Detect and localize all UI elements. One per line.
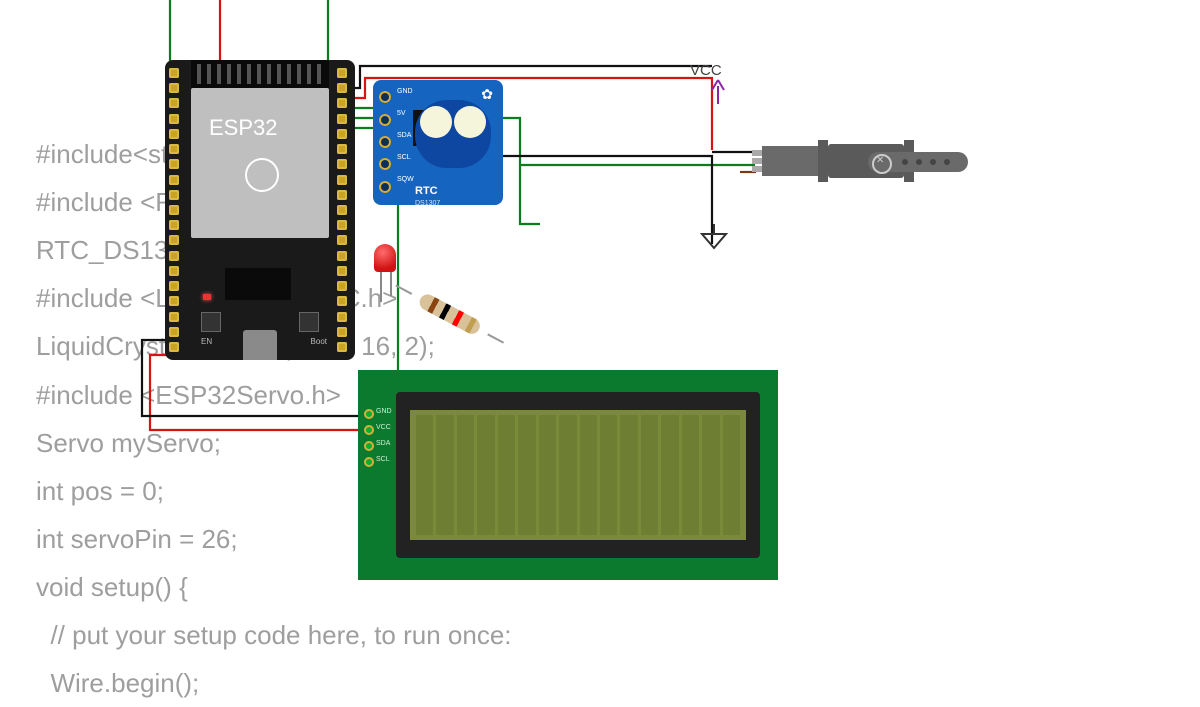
rtc-pin-label: 5V (397, 110, 406, 117)
code-line: void setup() { (36, 572, 188, 602)
code-line: int servoPin = 26; (36, 524, 238, 554)
esp32-antenna (191, 60, 329, 88)
esp32-label: ESP32 (209, 115, 278, 141)
vcc-arrow-icon (708, 78, 728, 106)
esp32-en-button (201, 312, 221, 332)
lcd-pin-label: GND (376, 408, 392, 415)
esp32-pins-right (337, 68, 351, 352)
lcd-row-2 (416, 475, 740, 535)
esp32-boot-label: Boot (311, 337, 327, 346)
servo-horn-icon (868, 152, 968, 172)
esp32-pins-left (169, 68, 183, 352)
servo-connector (762, 146, 822, 176)
rtc-pin-label: SQW (397, 176, 414, 183)
led-component-icon (374, 244, 396, 272)
vcc-label: VCC (690, 62, 722, 79)
rtc-module: GND 5V SDA SCL SQW ✿ RTC DS1307 (373, 80, 503, 205)
lcd-pin-label: VCC (376, 424, 391, 431)
rtc-title: RTC (415, 185, 438, 197)
resistor-component (406, 286, 493, 342)
led-anode-leg (380, 272, 382, 302)
esp32-power-led-icon (203, 294, 211, 300)
rtc-pin-label: GND (397, 88, 413, 95)
ground-symbol-icon (700, 224, 728, 250)
esp32-boot-button (299, 312, 319, 332)
code-line: // put your setup code here, to run once… (36, 620, 512, 650)
lcd-screen (410, 410, 746, 540)
code-line: Servo myServo; (36, 428, 221, 458)
rtc-subtitle: DS1307 (415, 200, 440, 207)
adafruit-logo-icon: ✿ (481, 86, 493, 103)
rtc-pin-header (379, 86, 397, 198)
wiring-diagram: #include<stdio.h> #include <RTClib.h> RT… (0, 0, 1200, 630)
rtc-pin-label: SCL (397, 154, 411, 161)
rtc-battery-holder-icon (415, 100, 491, 168)
led-cathode-leg (390, 272, 392, 296)
lcd-16x2: GND VCC SDA SCL (358, 370, 778, 580)
esp32-board: ESP32 EN Boot (165, 60, 355, 360)
esp32-usb-chip (225, 268, 291, 300)
esp32-en-label: EN (201, 337, 212, 346)
code-line: int pos = 0; (36, 476, 164, 506)
servo-motor (828, 140, 958, 182)
code-line: #include <ESP32Servo.h> (36, 380, 341, 410)
lcd-pin-label: SCL (376, 456, 390, 463)
lcd-pin-label: SDA (376, 440, 390, 447)
rtc-pin-label: SDA (397, 132, 411, 139)
esp32-usb-port-icon (243, 330, 277, 360)
code-line: Wire.begin(); (36, 668, 199, 698)
espressif-logo-icon (245, 158, 279, 192)
lcd-row-1 (416, 415, 740, 475)
